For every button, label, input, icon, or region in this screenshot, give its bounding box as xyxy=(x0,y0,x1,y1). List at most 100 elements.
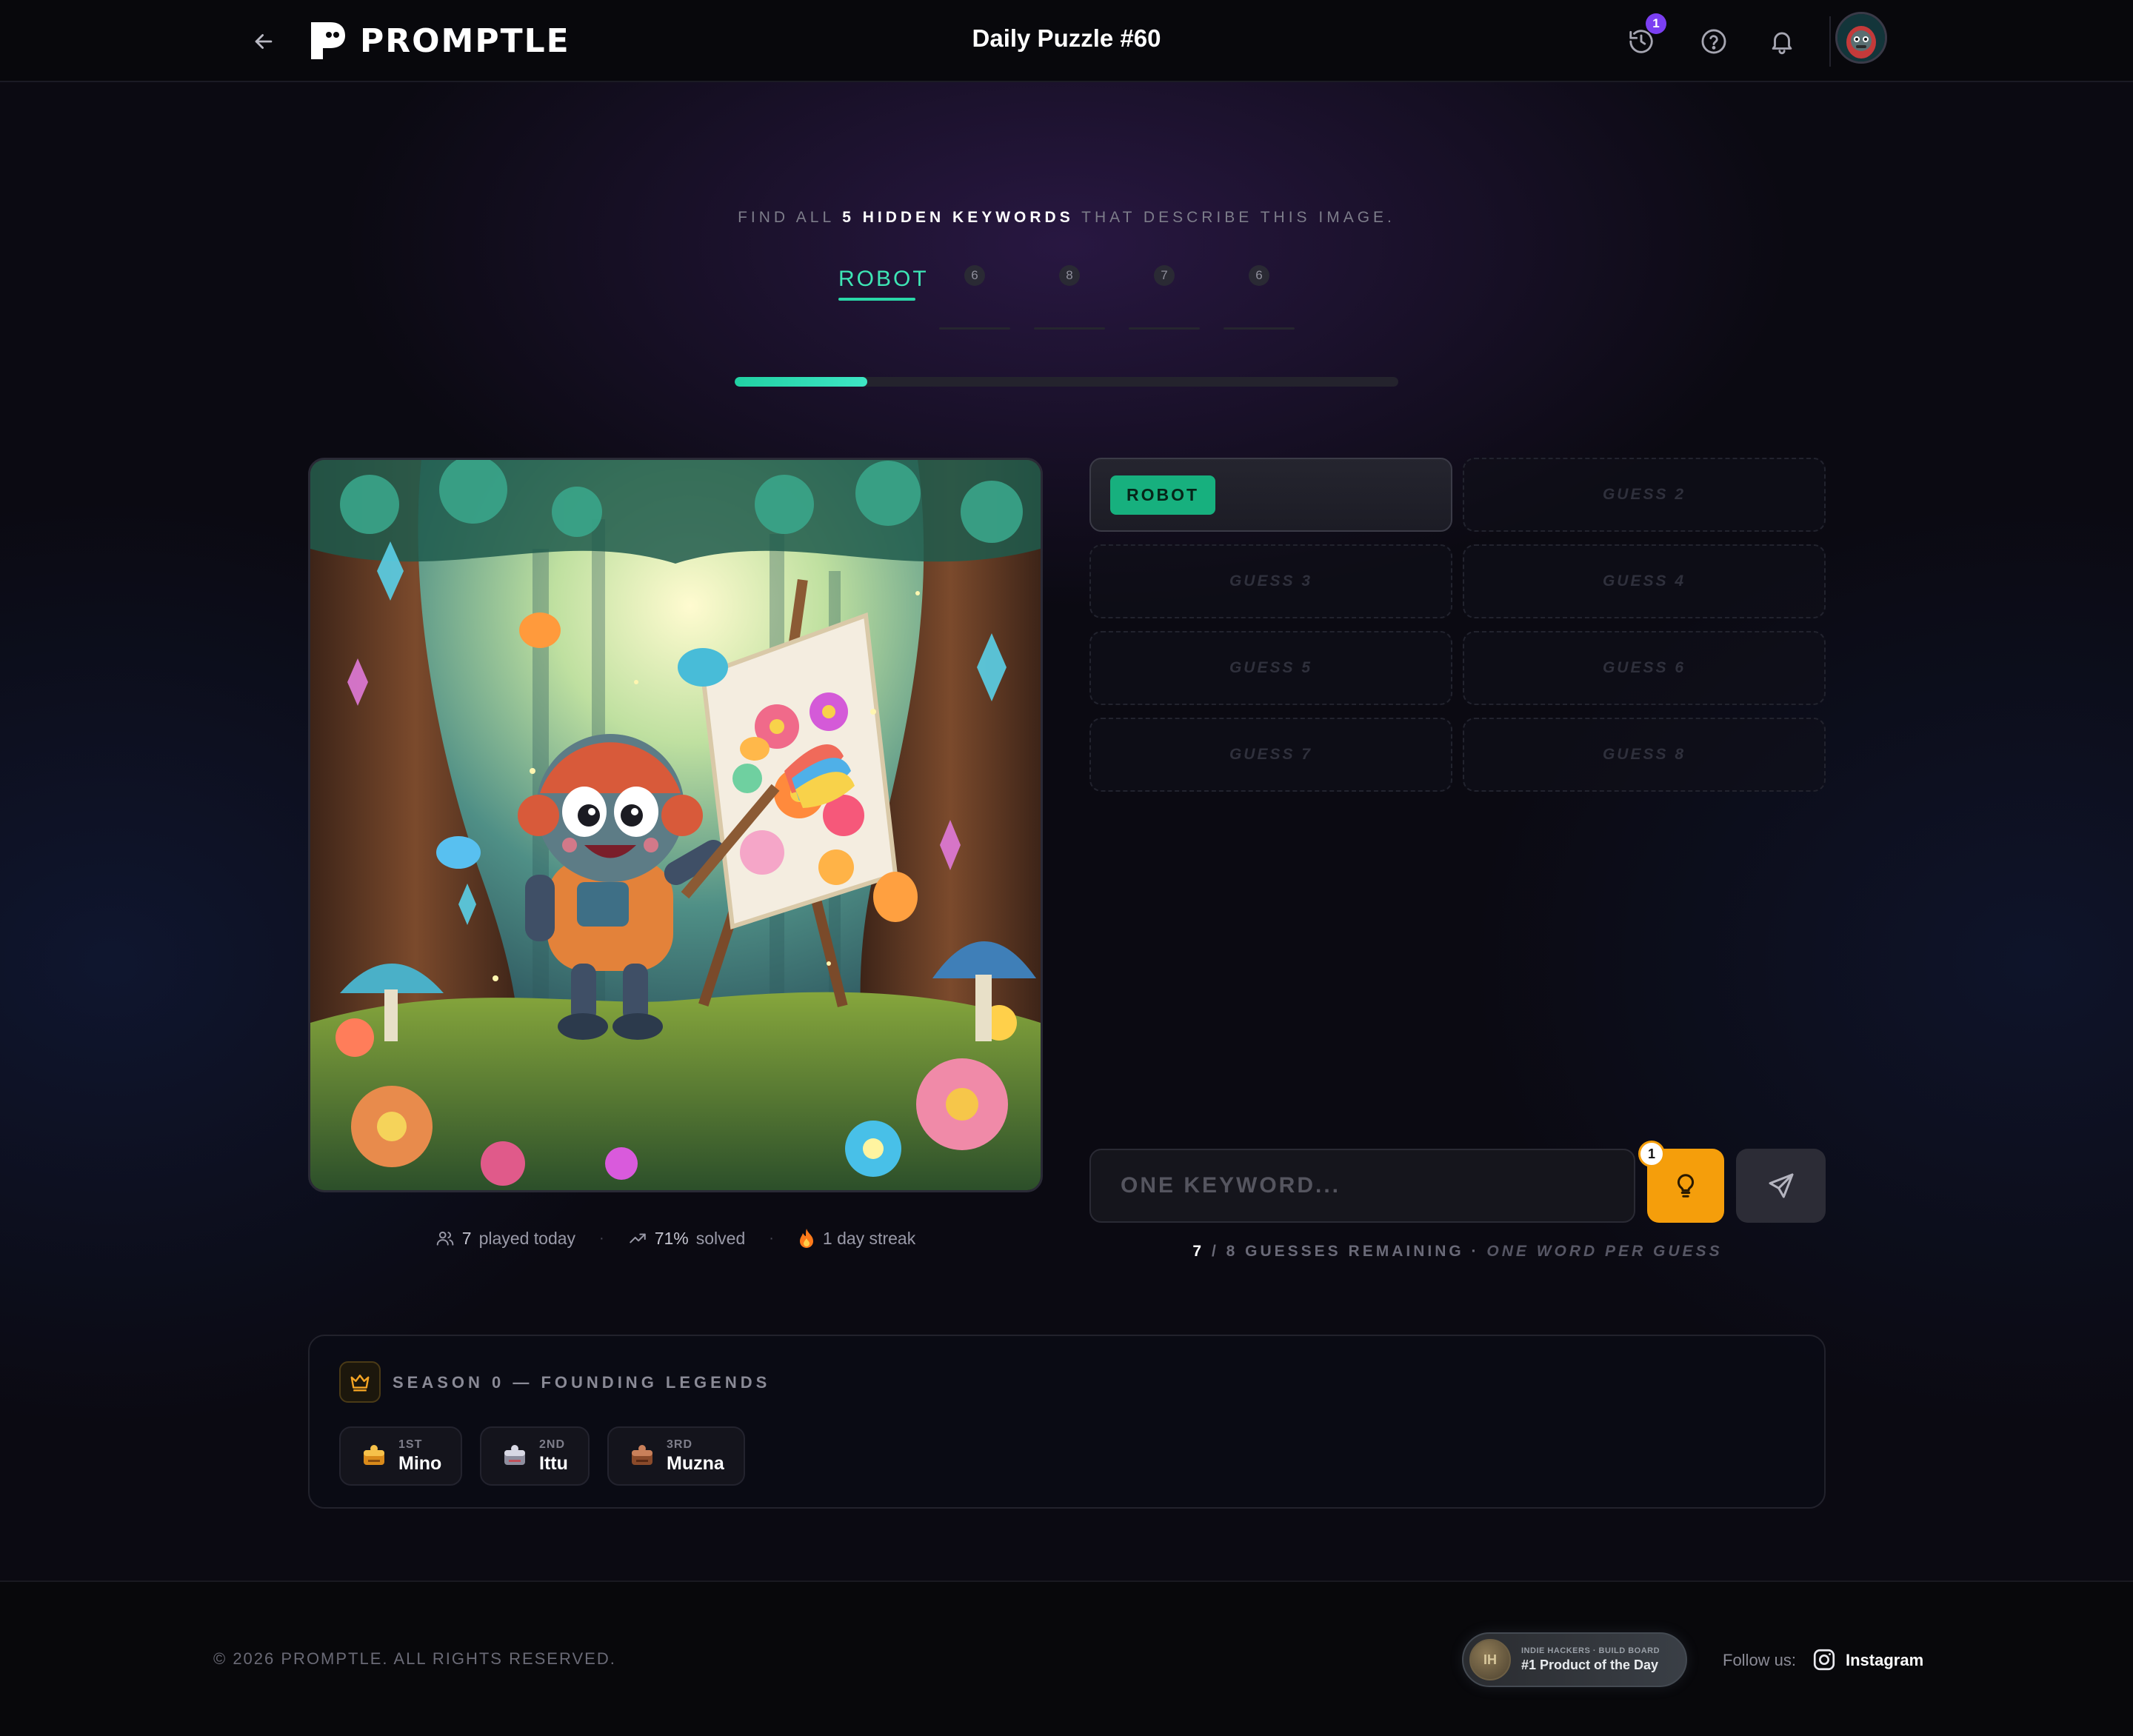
legend-card: 1ST Mino xyxy=(339,1426,462,1486)
keyword-length-badge: 8 xyxy=(1059,265,1080,286)
legend-text: 1ST Mino xyxy=(398,1438,441,1475)
back-arrow-icon xyxy=(255,34,273,49)
trending-up-icon xyxy=(629,1233,646,1243)
remaining-label: GUESSES REMAINING xyxy=(1245,1243,1464,1260)
instagram-link[interactable]: Instagram xyxy=(1846,1651,1923,1670)
guess-slot: GUESS 5 xyxy=(1089,631,1452,705)
logo-mark-icon xyxy=(311,22,345,59)
crown-icon xyxy=(350,1375,370,1392)
guess-grid: ROBOT GUESS 2 GUESS 3 GUESS 4 GUESS 5 GU… xyxy=(1089,458,1826,792)
keyword-blank-line xyxy=(1034,327,1105,330)
guess-slot: GUESS 3 xyxy=(1089,544,1452,618)
copyright: © 2026 PROMPTLE. ALL RIGHTS RESERVED. xyxy=(213,1649,616,1668)
indie-hackers-logo-icon: IH xyxy=(1469,1639,1511,1680)
avatar[interactable] xyxy=(1835,12,1887,64)
guess-slot: GUESS 6 xyxy=(1463,631,1826,705)
guesses-remaining: 7 / 8 GUESSES REMAINING · ONE WORD PER G… xyxy=(1192,1243,1723,1260)
users-icon xyxy=(436,1231,454,1246)
silver-trophy-icon xyxy=(504,1445,525,1465)
separator-dot: · xyxy=(769,1229,774,1246)
streak-label: 1 day streak xyxy=(822,1228,916,1248)
season-icon-box xyxy=(339,1361,381,1403)
solved-stat: 71% solved xyxy=(628,1228,746,1249)
notifications-button[interactable] xyxy=(1764,24,1800,59)
gold-trophy-icon xyxy=(364,1445,384,1465)
guess-rule: ONE WORD PER GUESS xyxy=(1486,1243,1723,1260)
total-guesses: 8 xyxy=(1226,1243,1238,1260)
correct-guess-chip: ROBOT xyxy=(1110,475,1216,515)
instruction-prefix: FIND ALL xyxy=(738,209,843,226)
logo[interactable]: PROMPTLE xyxy=(307,19,570,62)
legend-rank: 1ST xyxy=(398,1438,423,1451)
back-button[interactable] xyxy=(249,27,278,56)
bronze-trophy-icon xyxy=(632,1445,652,1465)
progress-bar xyxy=(735,377,1398,387)
keyword-input[interactable] xyxy=(1121,1173,1609,1198)
help-button[interactable] xyxy=(1696,24,1732,59)
progress-fill xyxy=(735,377,868,387)
played-count: 7 xyxy=(461,1228,472,1248)
avatar-image xyxy=(1837,14,1885,61)
instruction-highlight: 5 HIDDEN KEYWORDS xyxy=(842,209,1074,226)
badge-bottom-text: #1 Product of the Day xyxy=(1521,1657,1659,1672)
legend-name: Muzna xyxy=(667,1452,724,1474)
keyword-blank-line xyxy=(1129,327,1200,330)
guess-slot: GUESS 7 xyxy=(1089,718,1452,792)
separator-dot: · xyxy=(599,1229,604,1246)
legend-name: Ittu xyxy=(539,1452,568,1474)
keyword-length-badge: 6 xyxy=(1249,265,1269,286)
instruction-suffix: THAT DESCRIBE THIS IMAGE. xyxy=(1073,209,1395,226)
history-badge: 1 xyxy=(1646,13,1666,34)
instagram-icon[interactable] xyxy=(1812,1647,1837,1672)
lightbulb-icon xyxy=(1677,1174,1695,1198)
send-icon xyxy=(1769,1173,1793,1198)
remaining-count: 7 xyxy=(1192,1243,1205,1260)
hidden-keyword-slot: 7 xyxy=(1129,265,1200,330)
guess-slot: GUESS 2 xyxy=(1463,458,1826,532)
hidden-keyword-slot: 6 xyxy=(939,265,1010,330)
legend-rank: 3RD xyxy=(667,1438,693,1451)
legend-text: 2ND Ittu xyxy=(539,1438,568,1475)
indie-hackers-badge[interactable]: IH INDIE HACKERS · BUILD BOARD #1 Produc… xyxy=(1462,1632,1687,1687)
played-label: played today xyxy=(478,1228,576,1248)
app-name: PROMPTLE xyxy=(360,21,570,60)
fire-icon xyxy=(799,1229,813,1248)
header-divider xyxy=(1829,16,1831,67)
top-bar: PROMPTLE Daily Puzzle #60 1 xyxy=(0,0,2133,82)
streak-stat: 1 day streak xyxy=(798,1228,915,1249)
keyword-length-badge: 6 xyxy=(964,265,985,286)
solved-label: solved xyxy=(695,1228,746,1248)
hint-count-badge: 1 xyxy=(1638,1141,1665,1167)
keyword-blank-line xyxy=(939,327,1010,330)
legend-name: Mino xyxy=(398,1452,442,1474)
puzzle-illustration xyxy=(310,460,1041,1190)
played-stat: 7 played today xyxy=(435,1229,575,1249)
hidden-keyword-slot: 8 xyxy=(1034,265,1105,330)
found-keyword-underline xyxy=(838,298,915,301)
hidden-keyword-slot: 6 xyxy=(1224,265,1295,330)
legend-card: 2ND Ittu xyxy=(480,1426,590,1486)
submit-guess-button[interactable] xyxy=(1736,1149,1826,1223)
solved-percent: 71% xyxy=(654,1228,689,1248)
bell-icon xyxy=(1772,32,1792,55)
guess-slot: ROBOT xyxy=(1089,458,1452,532)
puzzle-stats: 7 played today · 71% solved · 1 day stre… xyxy=(308,1228,1043,1249)
keyword-input-wrapper xyxy=(1089,1149,1635,1223)
keyword-length-badge: 7 xyxy=(1154,265,1175,286)
season-legends-card: SEASON 0 — FOUNDING LEGENDS 1ST Mino 2ND… xyxy=(308,1335,1826,1509)
legend-card: 3RD Muzna xyxy=(607,1426,745,1486)
puzzle-image xyxy=(308,458,1043,1192)
footer: © 2026 PROMPTLE. ALL RIGHTS RESERVED. IH… xyxy=(0,1580,2133,1736)
keyword-blank-line xyxy=(1224,327,1295,330)
badge-text: INDIE HACKERS · BUILD BOARD #1 Product o… xyxy=(1521,1646,1660,1673)
season-title: SEASON 0 — FOUNDING LEGENDS xyxy=(393,1373,771,1392)
follow-label: Follow us: xyxy=(1723,1651,1797,1669)
help-icon xyxy=(1701,29,1726,54)
legend-rank: 2ND xyxy=(539,1438,566,1451)
guess-slot: GUESS 8 xyxy=(1463,718,1826,792)
badge-top-text: INDIE HACKERS · BUILD BOARD xyxy=(1521,1646,1660,1655)
guess-slot: GUESS 4 xyxy=(1463,544,1826,618)
legend-text: 3RD Muzna xyxy=(667,1438,724,1475)
instruction-text: FIND ALL 5 HIDDEN KEYWORDS THAT DESCRIBE… xyxy=(0,209,2133,227)
page-title: Daily Puzzle #60 xyxy=(972,24,1161,52)
